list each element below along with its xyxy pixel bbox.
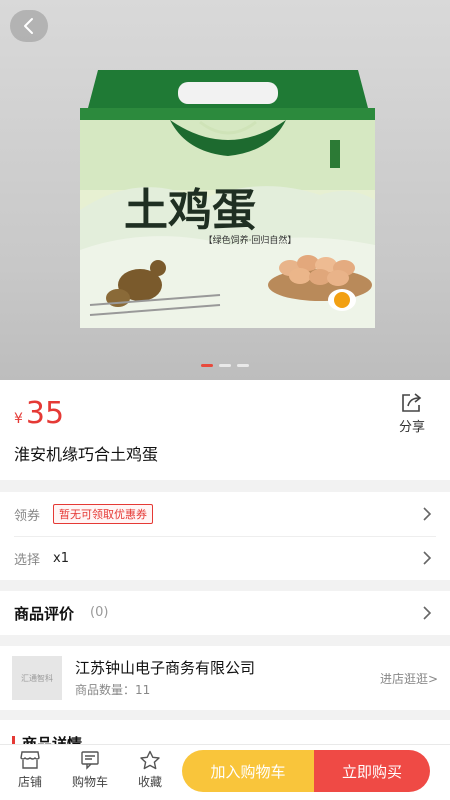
- select-label: 选择: [14, 552, 41, 568]
- review-title: 商品评价: [14, 605, 75, 623]
- egg-gift-box-image: 土鸡蛋 【绿色饲养·回归自然】: [80, 70, 375, 328]
- favorite-tab[interactable]: 收藏: [128, 750, 172, 790]
- shop-name: 江苏钟山电子商务有限公司: [75, 659, 256, 677]
- favorite-label: 收藏: [137, 775, 162, 789]
- currency-symbol: ¥: [14, 411, 23, 427]
- share-label: 分享: [398, 420, 425, 435]
- share-button[interactable]: 分享: [396, 392, 428, 435]
- carousel-dot: [219, 364, 231, 367]
- carousel-indicator: [0, 364, 450, 367]
- shop-product-count: 商品数量：11: [75, 683, 151, 697]
- store-label: 店铺: [17, 775, 42, 789]
- price-value: 35: [25, 396, 65, 431]
- chevron-left-icon: [24, 18, 33, 34]
- chevron-right-icon: [423, 507, 432, 521]
- carousel-dot: [201, 364, 213, 367]
- share-icon: [402, 393, 422, 412]
- review-count: (0): [90, 605, 109, 620]
- cart-label: 购物车: [71, 775, 108, 789]
- coupon-label: 领券: [14, 508, 41, 524]
- coupon-row[interactable]: 领券 暂无可领取优惠券: [0, 492, 450, 536]
- divider: [14, 536, 436, 537]
- price-section: [0, 380, 450, 480]
- shop-logo: 汇通智科: [12, 656, 62, 700]
- product-title: 淮安机缘巧合土鸡蛋: [14, 445, 159, 464]
- cart-icon: [81, 751, 99, 770]
- box-title-text: 土鸡蛋: [124, 185, 256, 236]
- back-button[interactable]: [10, 10, 48, 42]
- box-subtitle-text: 【绿色饲养·回归自然】: [204, 234, 297, 246]
- star-icon: [140, 750, 160, 770]
- chevron-right-icon: [423, 606, 432, 620]
- carousel-dot: [237, 364, 249, 367]
- chevron-right-icon: [423, 551, 432, 565]
- buy-now-button[interactable]: 立即购买: [314, 750, 430, 792]
- enter-shop-link[interactable]: 进店逛逛>: [380, 670, 438, 687]
- cart-tab[interactable]: 购物车: [66, 750, 114, 790]
- add-to-cart-button[interactable]: 加入购物车: [182, 750, 314, 792]
- product-price: ¥ 35: [14, 396, 64, 431]
- shop-logo-text: 汇通智科: [21, 673, 53, 683]
- product-image-carousel[interactable]: 土鸡蛋 【绿色饲养·回归自然】: [0, 0, 450, 380]
- select-value: x1: [53, 550, 69, 566]
- spec-select-row[interactable]: 选择 x1: [0, 536, 450, 580]
- store-icon: [20, 751, 40, 769]
- store-tab[interactable]: 店铺: [8, 750, 52, 790]
- coupon-badge: 暂无可领取优惠券: [53, 504, 153, 524]
